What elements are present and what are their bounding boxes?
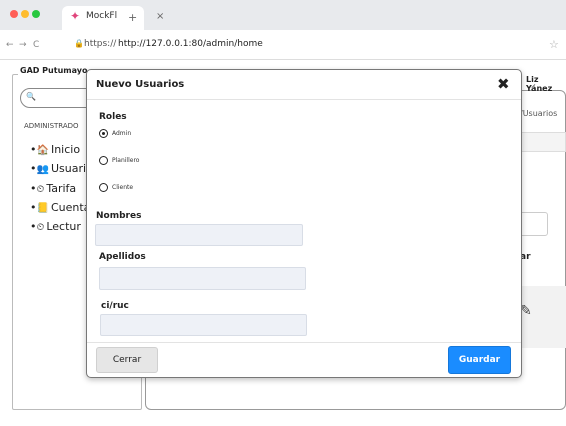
tab-title: MockFl (86, 11, 118, 21)
close-icon[interactable]: ✖ (497, 75, 510, 93)
browser-tab-bar: ✦ MockFl + × (0, 0, 566, 30)
sidebar-item-label: Inicio (50, 143, 81, 156)
tachometer-icon: ⏲ (36, 222, 45, 233)
users-icon: 👥 (36, 164, 49, 175)
radio-label: Cliente (112, 184, 134, 191)
sidebar-item-lectura[interactable]: •⏲ Lectur (30, 220, 81, 233)
radio-planillero[interactable] (99, 156, 108, 165)
address-bar: ← → C 🔒 https:// http://127.0.0.1:80/adm… (0, 30, 566, 60)
sidebar-item-label: Lectur (46, 220, 81, 233)
tachometer-icon: ⏲ (36, 184, 45, 195)
sidebar-section-label: ADMINISTRADO (24, 122, 79, 130)
reload-icon[interactable]: C (33, 40, 39, 50)
background-input (518, 212, 548, 236)
radio-admin[interactable] (99, 129, 108, 138)
sidebar-item-label: Cuenta (50, 201, 91, 214)
roles-label: Roles (99, 112, 127, 122)
back-icon[interactable]: ← (6, 40, 14, 50)
modal-footer-divider (87, 342, 521, 343)
home-icon: 🏠 (36, 145, 49, 156)
sidebar-item-label: Usuari (50, 162, 87, 175)
window-close-dot[interactable] (10, 10, 18, 18)
nombres-label: Nombres (96, 211, 142, 221)
app-logo-icon: ✦ (70, 9, 81, 23)
bookmark-star-icon[interactable]: ☆ (549, 38, 559, 51)
sidebar-item-tarifa[interactable]: •⏲ Tarifa (30, 182, 76, 195)
ci-ruc-label: ci/ruc (101, 301, 129, 311)
apellidos-label: Apellidos (99, 252, 146, 262)
save-button[interactable]: Guardar (448, 346, 511, 374)
sidebar-item-label: Tarifa (46, 182, 77, 195)
book-icon: 📒 (36, 203, 49, 214)
new-user-modal: Nuevo Usuarios ✖ Roles Admin Planillero … (86, 69, 522, 378)
brand-title: GAD Putumayo (18, 66, 90, 75)
user-name[interactable]: Liz Yánez (526, 75, 566, 93)
url-scheme[interactable]: https:// (84, 39, 116, 49)
url-field[interactable]: http://127.0.0.1:80/admin/home (118, 39, 263, 49)
radio-cliente[interactable] (99, 183, 108, 192)
new-tab-button[interactable]: + (128, 11, 137, 24)
sidebar-item-usuarios[interactable]: •👥 Usuari (30, 162, 86, 175)
search-icon: 🔍 (26, 92, 36, 101)
modal-header: Nuevo Usuarios ✖ (87, 70, 521, 100)
window-minimize-dot[interactable] (21, 10, 29, 18)
radio-label: Admin (112, 130, 132, 137)
nombres-field[interactable] (95, 224, 303, 246)
window-maximize-dot[interactable] (32, 10, 40, 18)
lock-icon: 🔒 (74, 39, 84, 48)
close-tab-icon[interactable]: × (156, 11, 164, 22)
sidebar-item-inicio[interactable]: •🏠 Inicio (30, 143, 80, 156)
radio-label: Planillero (112, 157, 140, 164)
apellidos-field[interactable] (99, 267, 306, 290)
modal-title: Nuevo Usuarios (96, 79, 185, 90)
breadcrumb: /Usuarios (520, 109, 558, 118)
cancel-button[interactable]: Cerrar (96, 347, 158, 373)
ci-ruc-field[interactable] (100, 314, 307, 336)
sidebar-item-cuenta[interactable]: •📒 Cuenta (30, 201, 90, 214)
forward-icon[interactable]: → (19, 40, 27, 50)
